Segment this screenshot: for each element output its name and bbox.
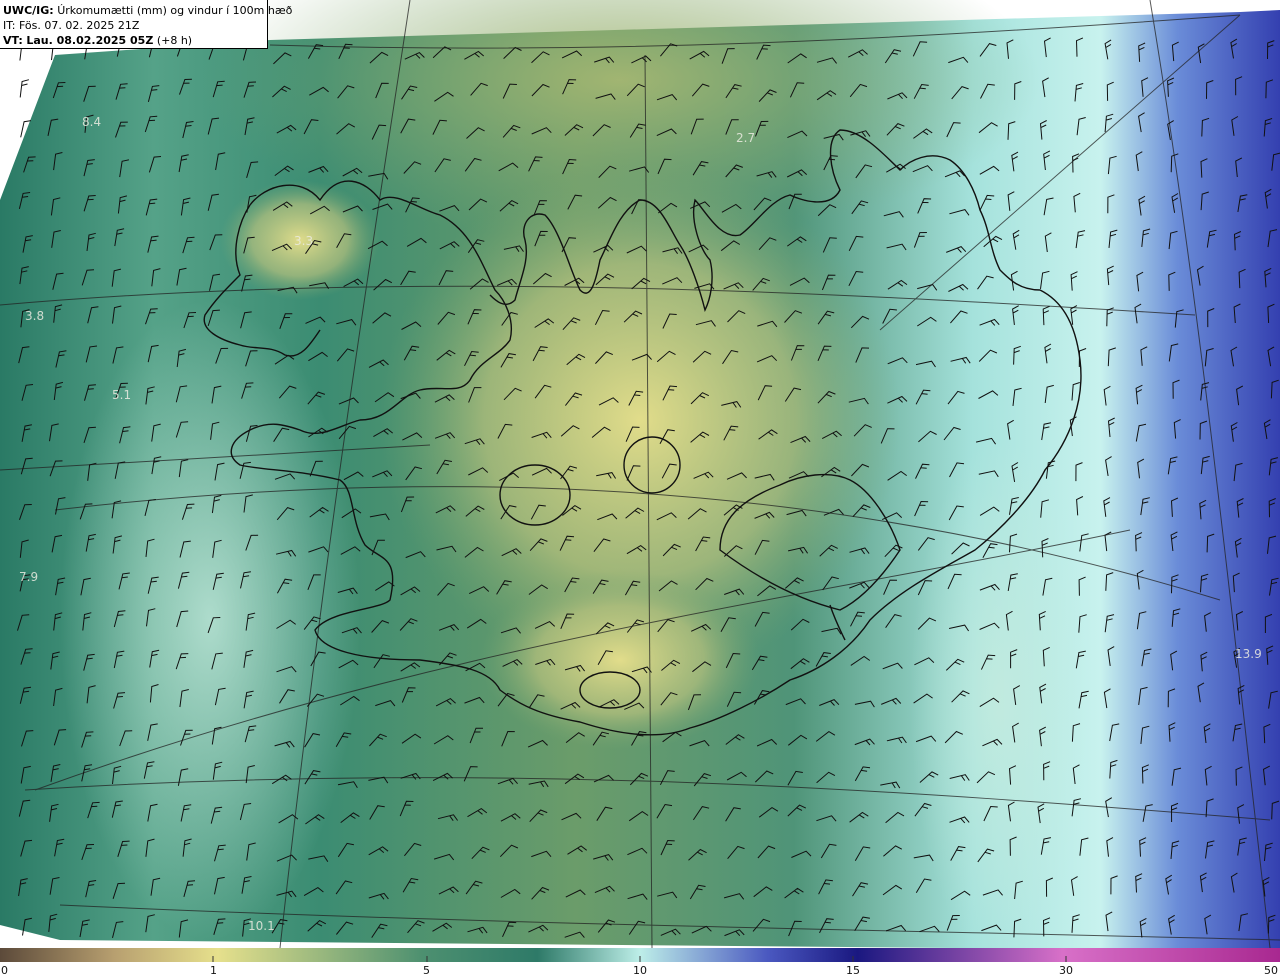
- value-label: 5.1: [112, 388, 132, 402]
- colorbar-ticks: 0 1 5 10 15 30 50: [0, 962, 1280, 978]
- product-code: UWC/IG:: [3, 4, 54, 17]
- issue-time: IT: Fös. 07. 02. 2025 21Z: [3, 19, 140, 32]
- value-label: 7.9: [19, 570, 39, 584]
- value-label: 13.9: [1235, 647, 1262, 661]
- value-label: 2.7: [736, 131, 756, 145]
- colorbar-tick: 0: [1, 964, 8, 977]
- value-label: 10.1: [248, 919, 275, 933]
- precipitable-water-map: [0, 0, 1280, 948]
- colorbar-tick: 15: [846, 964, 860, 977]
- wind-barb-icon: [19, 79, 30, 98]
- colorbar-tick: 50: [1264, 964, 1278, 977]
- map-area: 8.4 3.3 3.8 5.1 2.7 7.9 13.9 10.1: [0, 0, 1280, 948]
- colorbar-tick: 30: [1059, 964, 1073, 977]
- product-description: Úrkomumætti (mm) og vindur í 100m hæð: [57, 4, 293, 17]
- value-label: 3.8: [25, 309, 45, 323]
- colorbar-tick: 10: [633, 964, 647, 977]
- title-box: UWC/IG: Úrkomumætti (mm) og vindur í 100…: [0, 0, 292, 49]
- valid-time: Lau. 08.02.2025 05Z: [26, 34, 154, 47]
- product-line: UWC/IG: Úrkomumætti (mm) og vindur í 100…: [3, 3, 292, 18]
- value-label: 3.3: [294, 234, 314, 248]
- south-high: [480, 570, 760, 750]
- colorbar: [0, 948, 1280, 962]
- valid-line: VT: Lau. 08.02.2025 05Z (+8 h): [3, 33, 267, 48]
- valid-offset: (+8 h): [156, 34, 193, 47]
- colorbar-tick: 1: [210, 964, 217, 977]
- valid-prefix: VT:: [3, 34, 23, 47]
- east-pale-band: [910, 440, 1090, 948]
- value-label: 8.4: [82, 115, 102, 129]
- colorbar-tick: 5: [423, 964, 430, 977]
